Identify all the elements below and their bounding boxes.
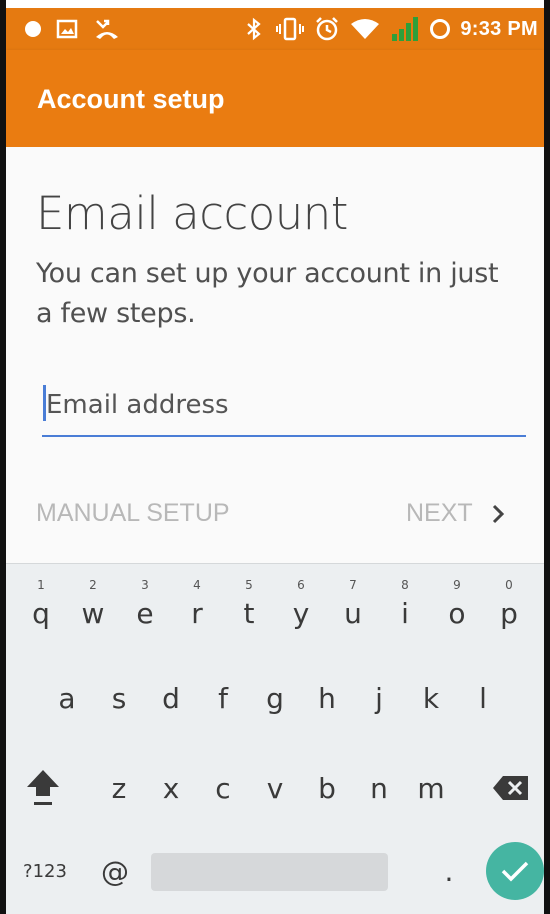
key-z[interactable]: z	[94, 758, 144, 818]
key-h[interactable]: h	[302, 668, 352, 728]
key-u[interactable]: 7u	[328, 576, 378, 636]
space-bar[interactable]	[151, 853, 388, 891]
key-label: u	[344, 596, 362, 630]
key-f[interactable]: f	[198, 668, 248, 728]
signal-icon	[390, 17, 420, 41]
key-i[interactable]: 8i	[380, 576, 430, 636]
key-q[interactable]: 1q	[16, 576, 66, 636]
key-k[interactable]: k	[406, 668, 456, 728]
soft-keyboard: 1q 2w 3e 4r 5t 6y 7u 8i 9o 0p a s d f g …	[6, 563, 544, 914]
key-hint: 2	[89, 578, 97, 592]
next-button[interactable]: NEXT	[406, 499, 505, 528]
key-period[interactable]: .	[424, 841, 474, 901]
key-a[interactable]: a	[42, 668, 92, 728]
key-hint: 8	[401, 578, 409, 592]
key-m[interactable]: m	[406, 758, 456, 818]
key-label: o	[448, 596, 466, 630]
key-label: i	[401, 596, 409, 630]
key-label: q	[32, 596, 50, 630]
device-screen: 9:33 PM Account setup Email account You …	[0, 0, 550, 914]
enter-button[interactable]	[486, 842, 544, 900]
key-label: y	[292, 596, 310, 630]
key-hint: 4	[193, 578, 201, 592]
key-label: r	[191, 596, 203, 630]
key-b[interactable]: b	[302, 758, 352, 818]
status-bar: 9:33 PM	[6, 8, 544, 50]
top-crop-strip	[0, 0, 550, 8]
key-x[interactable]: x	[146, 758, 196, 818]
setup-content: Email account You can set up your accoun…	[6, 147, 544, 563]
bluetooth-icon	[246, 17, 262, 41]
email-field[interactable]	[42, 381, 526, 437]
key-hint: 7	[349, 578, 357, 592]
key-hint: 5	[245, 578, 253, 592]
key-d[interactable]: d	[146, 668, 196, 728]
key-v[interactable]: v	[250, 758, 300, 818]
key-label: e	[136, 596, 154, 630]
key-hint: 9	[453, 578, 461, 592]
keyboard-row-1: 1q 2w 3e 4r 5t 6y 7u 8i 9o 0p	[6, 576, 544, 636]
backspace-icon[interactable]	[486, 758, 536, 818]
key-l[interactable]: l	[458, 668, 508, 728]
key-hint: 1	[37, 578, 45, 592]
next-button-label: NEXT	[406, 499, 473, 527]
sync-icon	[428, 17, 452, 41]
key-p[interactable]: 0p	[484, 576, 534, 636]
chevron-right-icon	[492, 504, 504, 523]
key-r[interactable]: 4r	[172, 576, 222, 636]
key-c[interactable]: c	[198, 758, 248, 818]
key-e[interactable]: 3e	[120, 576, 170, 636]
key-y[interactable]: 6y	[276, 576, 326, 636]
key-s[interactable]: s	[94, 668, 144, 728]
image-icon	[56, 17, 78, 41]
key-label: t	[243, 596, 255, 630]
app-bar: Account setup	[6, 50, 544, 147]
keyboard-row-3: z x c v b n m	[6, 758, 544, 818]
wifi-icon	[350, 17, 380, 41]
keyboard-row-2: a s d f g h j k l	[6, 668, 544, 728]
check-icon	[501, 861, 529, 882]
key-at[interactable]: @	[90, 841, 140, 901]
key-label: w	[81, 596, 105, 630]
key-label: p	[500, 596, 518, 630]
vibrate-icon	[276, 17, 304, 41]
missed-call-icon	[94, 17, 120, 41]
key-hint: 6	[297, 578, 305, 592]
page-title: Email account	[36, 187, 348, 240]
key-hint: 0	[505, 578, 513, 592]
status-time: 9:33 PM	[460, 18, 538, 40]
key-n[interactable]: n	[354, 758, 404, 818]
text-caret	[43, 385, 46, 421]
record-icon	[22, 17, 44, 41]
key-j[interactable]: j	[354, 668, 404, 728]
key-g[interactable]: g	[250, 668, 300, 728]
shift-icon[interactable]	[18, 758, 68, 818]
device-bezel-right	[544, 0, 550, 914]
key-o[interactable]: 9o	[432, 576, 482, 636]
app-bar-title: Account setup	[37, 84, 225, 114]
page-subtitle: You can set up your account in just a fe…	[36, 258, 499, 329]
key-w[interactable]: 2w	[68, 576, 118, 636]
device-bezel-left	[0, 0, 6, 914]
symbols-key[interactable]: ?123	[10, 841, 80, 901]
manual-setup-button[interactable]: MANUAL SETUP	[36, 499, 230, 528]
key-hint: 3	[141, 578, 149, 592]
key-t[interactable]: 5t	[224, 576, 274, 636]
alarm-icon	[314, 17, 340, 41]
